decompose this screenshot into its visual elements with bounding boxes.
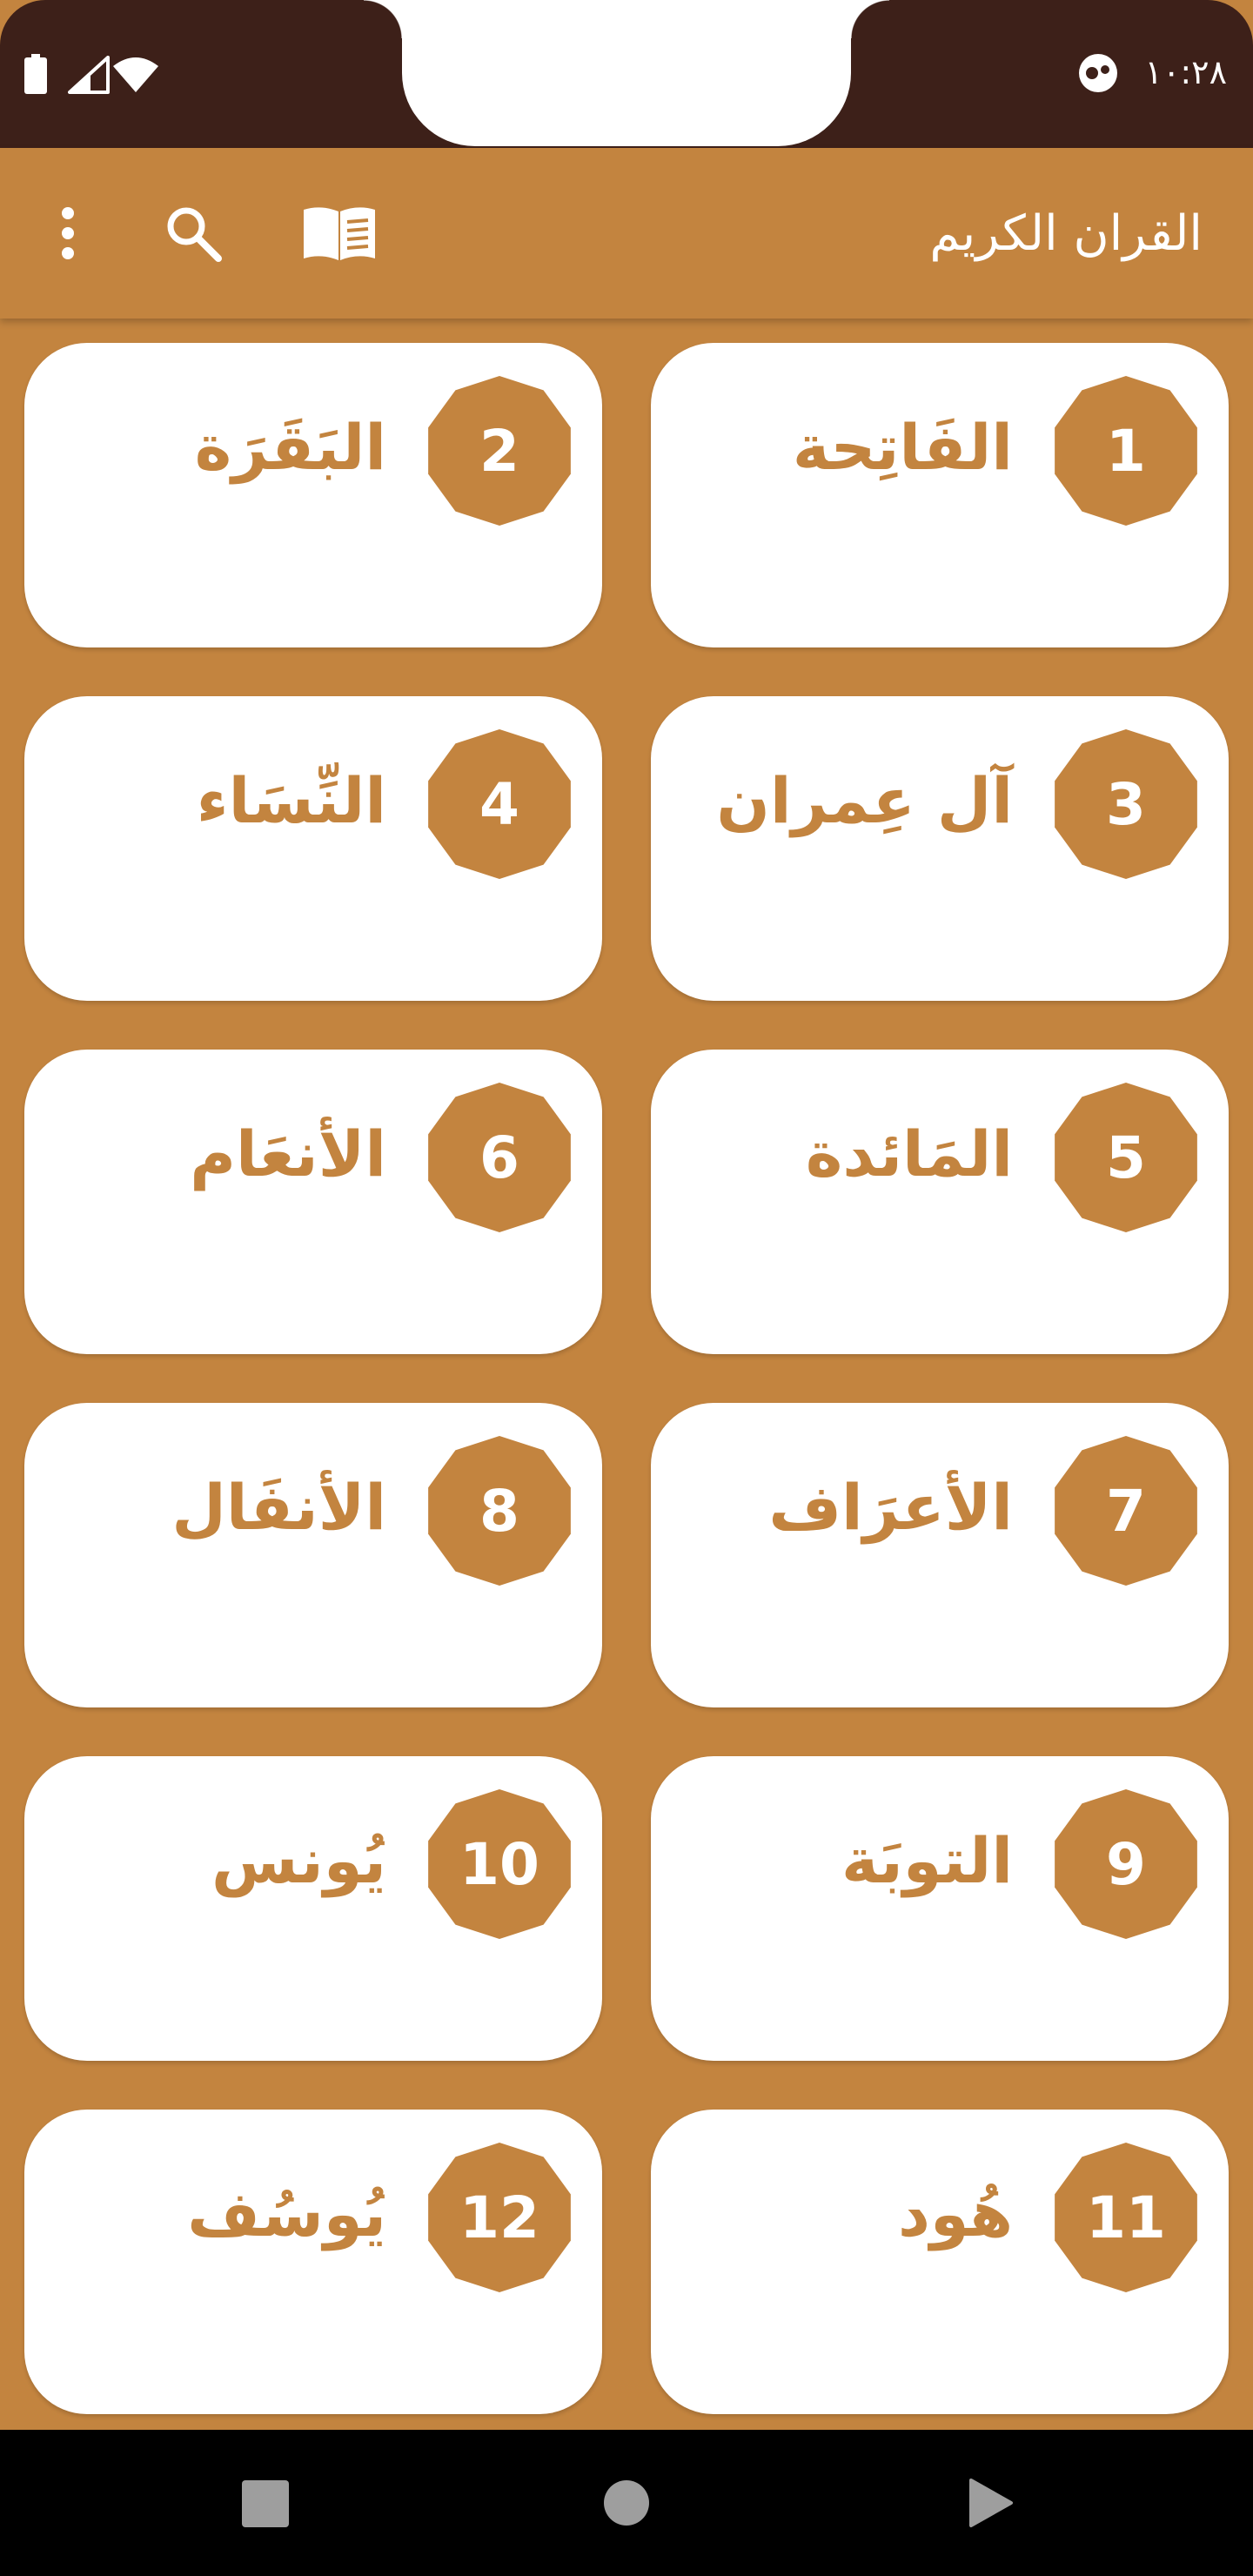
surah-number-badge: 1: [1055, 376, 1197, 526]
surah-card[interactable]: 9 التوبَة: [651, 1756, 1229, 2061]
do-not-disturb-icon: [1079, 54, 1117, 92]
surah-number-badge: 11: [1055, 2143, 1197, 2292]
surah-card[interactable]: 3 آل عِمران: [651, 696, 1229, 1001]
status-time: ١٠:٢٨: [1144, 53, 1227, 91]
surah-number: 10: [459, 1830, 539, 1898]
surah-card[interactable]: 2 البَقَرَة: [24, 343, 602, 647]
surah-name: التوبَة: [841, 1824, 1013, 1897]
back-button[interactable]: [968, 2477, 1015, 2529]
surah-number: 4: [479, 770, 519, 838]
surah-card[interactable]: 11 هُود: [651, 2110, 1229, 2414]
surah-name: هُود: [897, 2177, 1013, 2251]
home-button[interactable]: [604, 2480, 649, 2526]
wifi-icon: [113, 57, 158, 92]
surah-number: 9: [1106, 1830, 1146, 1898]
battery-icon: [24, 54, 47, 94]
surah-name: المَائدة: [805, 1117, 1013, 1191]
surah-name: النِّسَاء: [196, 764, 386, 837]
surah-name: الأنفَال: [171, 1471, 386, 1544]
surah-card[interactable]: 8 الأنفَال: [24, 1403, 602, 1707]
signal-icon: [68, 56, 110, 94]
surah-card[interactable]: 5 المَائدة: [651, 1050, 1229, 1354]
navigation-bar: [0, 2430, 1253, 2576]
surah-card[interactable]: 10 يُونس: [24, 1756, 602, 2061]
surah-number: 3: [1106, 770, 1146, 838]
surah-number-badge: 2: [428, 376, 571, 526]
surah-name: يُونس: [211, 1824, 386, 1897]
more-vert-icon[interactable]: [47, 200, 89, 266]
surah-name: آل عِمران: [716, 764, 1013, 837]
surah-number-badge: 6: [428, 1083, 571, 1232]
surah-number: 2: [479, 417, 519, 485]
surah-card[interactable]: 7 الأعرَاف: [651, 1403, 1229, 1707]
surah-card[interactable]: 12 يُوسُف: [24, 2110, 602, 2414]
app-title: القران الكريم: [929, 205, 1203, 262]
surah-card[interactable]: 4 النِّسَاء: [24, 696, 602, 1001]
surah-name: يُوسُف: [187, 2177, 386, 2251]
surah-name: الأنعَام: [190, 1117, 386, 1191]
surah-number-badge: 4: [428, 729, 571, 879]
camera-notch: [364, 0, 889, 146]
surah-number: 1: [1106, 417, 1146, 485]
book-icon[interactable]: [301, 200, 378, 266]
surah-name: الأعرَاف: [768, 1471, 1013, 1544]
status-bar: ١٠:٢٨: [0, 0, 1253, 148]
surah-number: 11: [1086, 2184, 1166, 2251]
surah-number: 6: [479, 1124, 519, 1191]
surah-number-badge: 12: [428, 2143, 571, 2292]
surah-number: 12: [459, 2184, 539, 2251]
surah-card[interactable]: 6 الأنعَام: [24, 1050, 602, 1354]
search-icon[interactable]: [160, 200, 226, 266]
surah-number: 7: [1106, 1477, 1146, 1545]
surah-number-badge: 5: [1055, 1083, 1197, 1232]
surah-name: البَقَرَة: [194, 411, 386, 484]
surah-number-badge: 8: [428, 1436, 571, 1586]
app-bar: القران الكريم: [0, 148, 1253, 319]
surah-number-badge: 9: [1055, 1789, 1197, 1939]
surah-number: 5: [1106, 1124, 1146, 1191]
surah-number: 8: [479, 1477, 519, 1545]
recents-button[interactable]: [242, 2480, 289, 2527]
surah-name: الفَاتِحة: [792, 411, 1013, 484]
surah-grid: 1 الفَاتِحة 2 البَقَرَة 3 آل عِمران 4 النِّسَاء…: [24, 343, 1229, 2414]
surah-card[interactable]: 1 الفَاتِحة: [651, 343, 1229, 647]
surah-number-badge: 3: [1055, 729, 1197, 879]
surah-number-badge: 7: [1055, 1436, 1197, 1586]
surah-number-badge: 10: [428, 1789, 571, 1939]
